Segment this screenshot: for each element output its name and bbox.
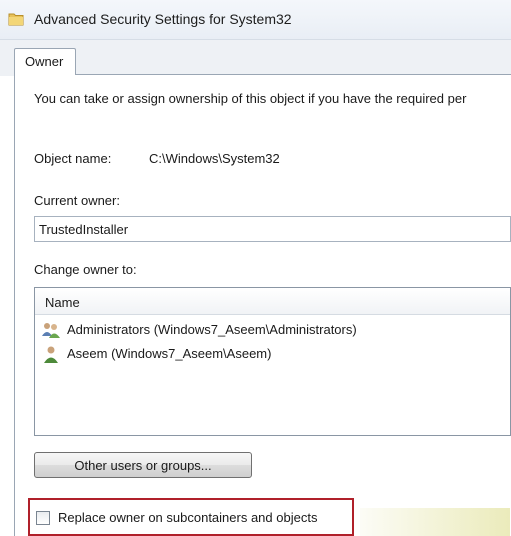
column-header-label: Name: [45, 295, 80, 310]
object-name-label: Object name:: [34, 151, 112, 166]
user-icon: [44, 346, 58, 363]
list-item-administrators[interactable]: Administrators (Windows7_Aseem\Administr…: [39, 320, 499, 340]
folder-icon: [8, 13, 24, 26]
user-group-icon: [42, 323, 60, 338]
other-users-or-groups-button[interactable]: Other users or groups...: [34, 452, 252, 478]
other-users-button-label: Other users or groups...: [74, 458, 212, 473]
column-header-name[interactable]: Name: [35, 288, 510, 315]
current-owner-label: Current owner:: [34, 193, 120, 208]
background-decoration: [360, 508, 510, 536]
title-bar: Advanced Security Settings for System32: [0, 0, 511, 40]
window-title: Advanced Security Settings for System32: [34, 11, 292, 27]
replace-owner-checkbox[interactable]: [36, 511, 50, 525]
tab-owner[interactable]: Owner: [14, 48, 76, 75]
object-name-value: C:\Windows\System32: [149, 151, 280, 166]
replace-owner-label[interactable]: Replace owner on subcontainers and objec…: [58, 510, 317, 525]
change-owner-label: Change owner to:: [34, 262, 137, 277]
list-item-label: Administrators (Windows7_Aseem\Administr…: [67, 322, 357, 337]
tab-owner-label: Owner: [25, 54, 64, 69]
intro-text: You can take or assign ownership of this…: [34, 91, 467, 106]
current-owner-value: TrustedInstaller: [39, 222, 129, 237]
tab-strip: [0, 40, 511, 76]
list-item-aseem[interactable]: Aseem (Windows7_Aseem\Aseem): [39, 344, 499, 364]
list-item-label: Aseem (Windows7_Aseem\Aseem): [67, 346, 272, 361]
change-owner-list[interactable]: Name Administrators (Windows7_Aseem\Admi…: [34, 287, 511, 436]
current-owner-field: TrustedInstaller: [34, 216, 511, 242]
